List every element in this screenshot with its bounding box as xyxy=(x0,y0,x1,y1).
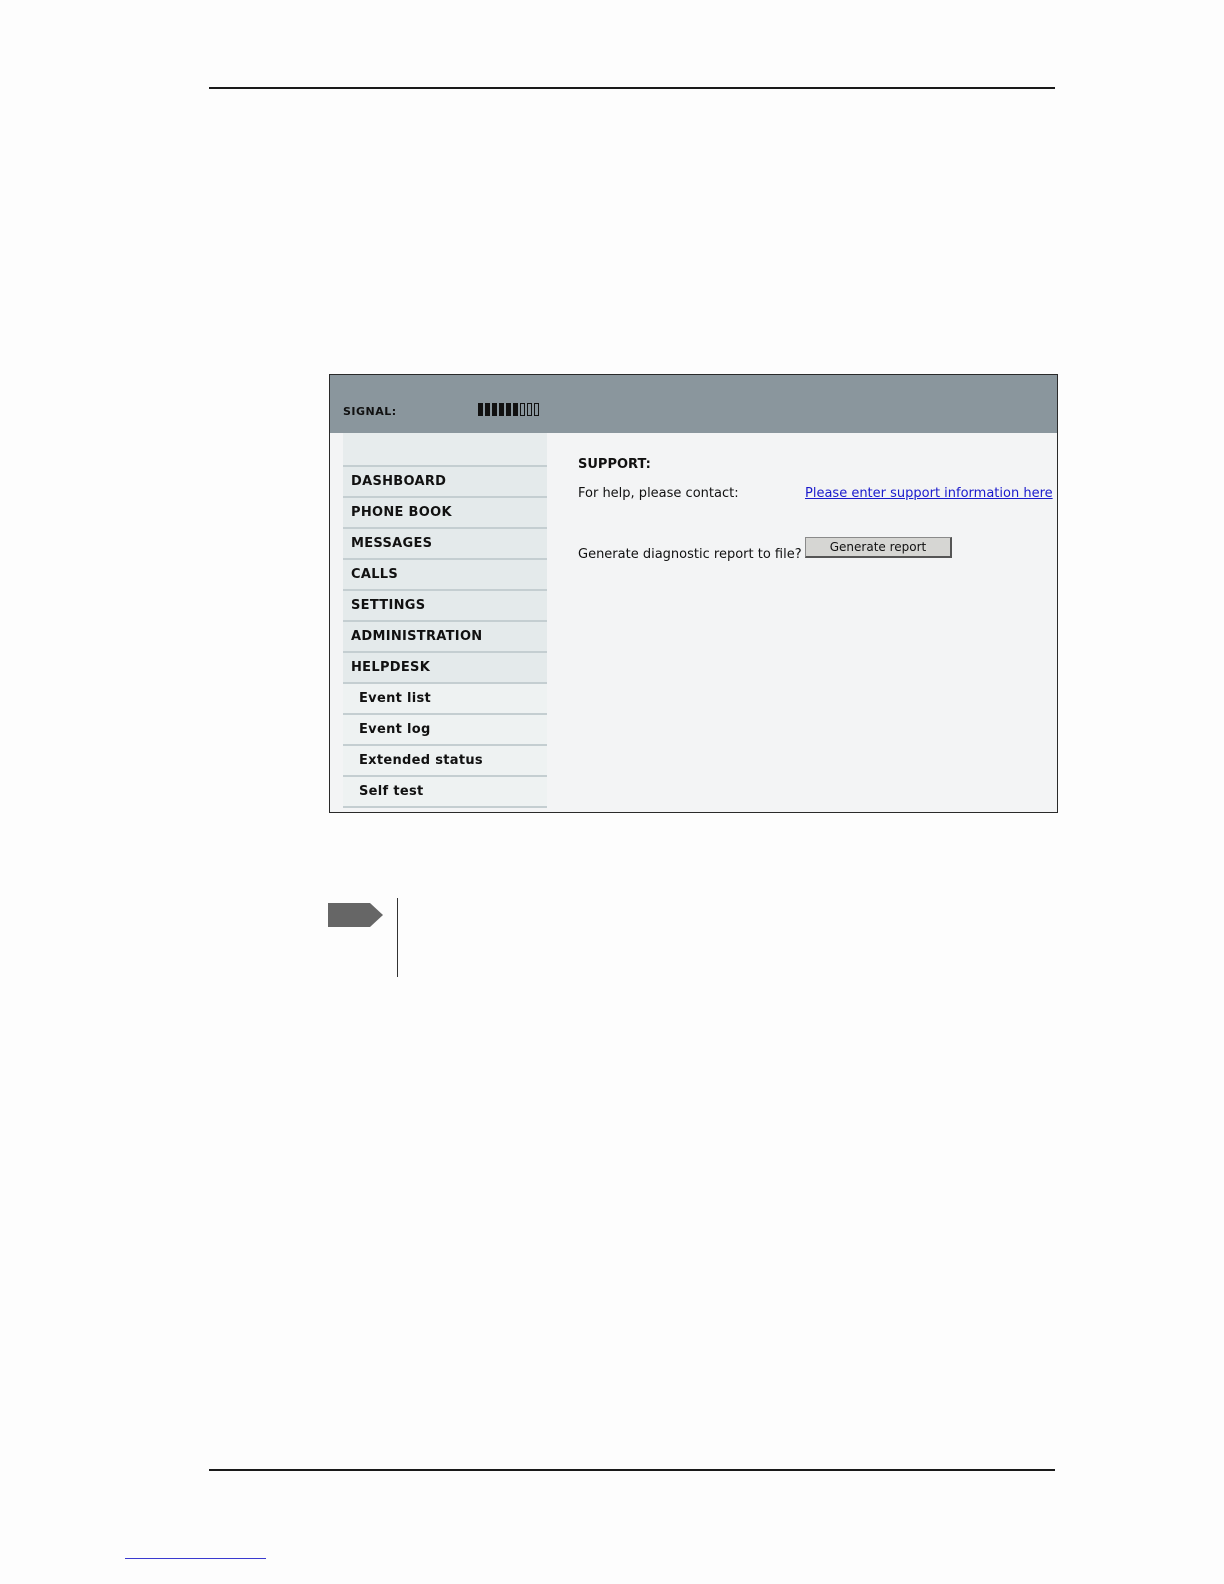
signal-bar xyxy=(520,403,525,416)
sidebar-item-label: HELPDESK xyxy=(351,660,431,675)
sidebar-item-label: DASHBOARD xyxy=(351,474,447,489)
sidebar-item-helpdesk[interactable]: HELPDESK xyxy=(343,653,547,684)
sidebar-item-label: SETTINGS xyxy=(351,598,426,613)
sidebar-item-messages[interactable]: MESSAGES xyxy=(343,529,547,560)
signal-bar xyxy=(527,403,532,416)
sidebar-item-label: CALLS xyxy=(351,567,399,582)
sidebar: DASHBOARD PHONE BOOK MESSAGES CALLS SETT… xyxy=(343,433,547,808)
support-info-link[interactable]: Please enter support information here xyxy=(805,486,1053,501)
sidebar-item-dashboard[interactable]: DASHBOARD xyxy=(343,467,547,498)
signal-bar xyxy=(499,403,504,416)
footer-link-underline xyxy=(125,1558,266,1559)
sidebar-item-settings[interactable]: SETTINGS xyxy=(343,591,547,622)
sidebar-header xyxy=(343,433,547,467)
signal-bar xyxy=(492,403,497,416)
note-divider xyxy=(397,898,398,977)
sidebar-item-label: PHONE BOOK xyxy=(351,505,452,520)
footer-rule xyxy=(209,1469,1055,1471)
help-label: For help, please contact: xyxy=(578,486,739,501)
sidebar-item-label: Event list xyxy=(359,691,432,706)
sidebar-item-administration[interactable]: ADMINISTRATION xyxy=(343,622,547,653)
header-rule xyxy=(209,87,1055,89)
sidebar-item-label: Extended status xyxy=(359,753,483,768)
top-bar: SIGNAL: xyxy=(330,375,1057,433)
sidebar-item-self-test[interactable]: Self test xyxy=(343,777,547,808)
signal-strength-indicator xyxy=(478,403,539,416)
signal-bar xyxy=(534,403,539,416)
sidebar-item-label: MESSAGES xyxy=(351,536,433,551)
sidebar-item-calls[interactable]: CALLS xyxy=(343,560,547,591)
sidebar-item-label: ADMINISTRATION xyxy=(351,629,483,644)
signal-bar xyxy=(506,403,511,416)
signal-bar xyxy=(513,403,518,416)
sidebar-item-label: Event log xyxy=(359,722,431,737)
signal-bar xyxy=(478,403,483,416)
sidebar-item-extended-status[interactable]: Extended status xyxy=(343,746,547,777)
web-interface-screenshot: SIGNAL: DASHBOARD PHONE BOOK MESSAGES CA… xyxy=(329,374,1058,813)
sidebar-item-label: Self test xyxy=(359,784,424,799)
signal-label: SIGNAL: xyxy=(343,405,397,418)
generate-report-button[interactable]: Generate report xyxy=(805,537,952,558)
sidebar-item-phone-book[interactable]: PHONE BOOK xyxy=(343,498,547,529)
diagnostic-label: Generate diagnostic report to file? xyxy=(578,547,802,562)
note-arrow-icon xyxy=(328,903,383,927)
support-title: SUPPORT: xyxy=(578,457,651,472)
sidebar-item-event-log[interactable]: Event log xyxy=(343,715,547,746)
sidebar-item-event-list[interactable]: Event list xyxy=(343,684,547,715)
signal-bar xyxy=(485,403,490,416)
